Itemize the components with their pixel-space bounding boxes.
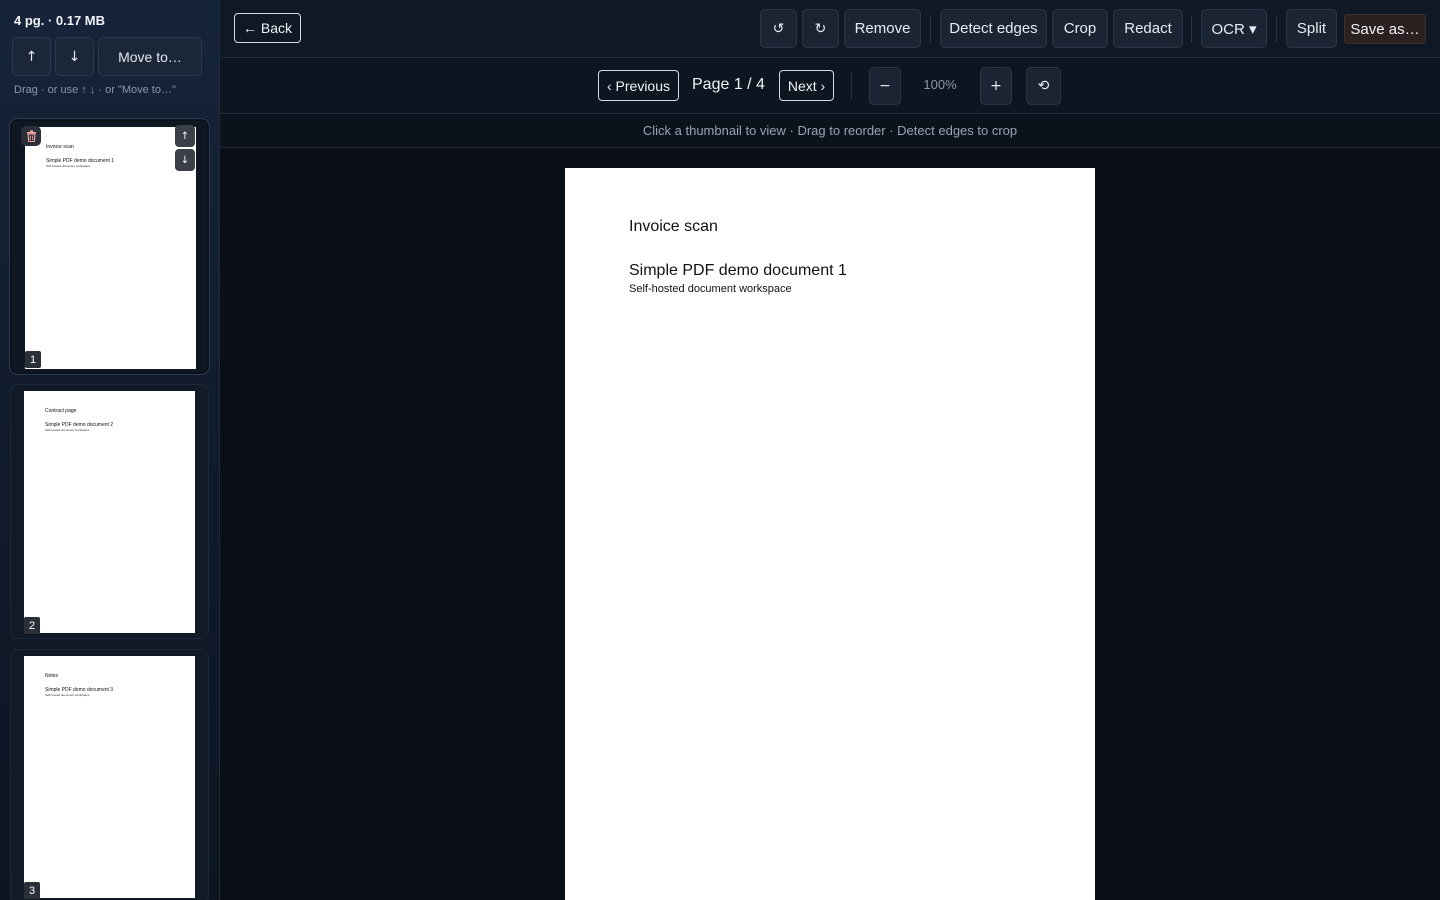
document-info: 4 pg. · 0.17 MB <box>14 13 106 28</box>
thumbnail-page-2[interactable]: Contract page Simple PDF demo document 2… <box>24 391 195 633</box>
thumbnail-title: Notes <box>45 673 59 679</box>
page-document-title: Simple PDF demo document 1 <box>629 262 847 279</box>
thumbnail-title: Contract page <box>45 408 77 414</box>
thumbnail-move-down-button[interactable]: ↓ <box>175 149 195 171</box>
thumbnail-card-1[interactable]: Invoice scan Simple PDF demo document 1 … <box>10 119 209 374</box>
trash-icon <box>26 130 36 142</box>
thumbnail-card-3[interactable]: Notes Simple PDF demo document 3 Self-ho… <box>10 649 209 900</box>
instruction-hint: Click a thumbnail to view · Drag to reor… <box>220 114 1440 148</box>
toolbar-divider <box>1191 16 1192 42</box>
reorder-controls: ↑ ↓ Move to… <box>12 37 202 76</box>
thumbnail-subtitle: Self-hosted document workspace <box>45 693 90 697</box>
document-viewer: Invoice scan Simple PDF demo document 1 … <box>220 148 1440 900</box>
toolbar-divider <box>1276 16 1277 42</box>
thumbnail-title: Invoice scan <box>46 144 74 150</box>
thumbnail-page-number: 3 <box>24 882 40 899</box>
crop-button[interactable]: Crop <box>1052 9 1108 48</box>
previous-page-button[interactable]: ‹ Previous <box>598 70 679 101</box>
rotate-right-button[interactable]: ↻ <box>802 9 839 48</box>
zoom-out-button[interactable]: − <box>869 67 901 105</box>
page-sidebar: 4 pg. · 0.17 MB ↑ ↓ Move to… Drag · or u… <box>0 0 220 900</box>
document-page[interactable]: Invoice scan Simple PDF demo document 1 … <box>565 168 1095 900</box>
split-button[interactable]: Split <box>1286 9 1337 48</box>
page-indicator: Page 1 / 4 <box>692 76 765 93</box>
remove-button[interactable]: Remove <box>844 9 921 48</box>
page-title: Invoice scan <box>629 218 718 235</box>
move-to-button[interactable]: Move to… <box>98 37 202 76</box>
zoom-level: 100% <box>923 77 957 92</box>
thumbnail-card-2[interactable]: Contract page Simple PDF demo document 2… <box>10 384 209 639</box>
ocr-dropdown-button[interactable]: OCR ▾ <box>1201 9 1267 48</box>
thumbnail-page-number: 2 <box>24 617 40 634</box>
thumbnail-subtitle: Self-hosted document workspace <box>45 428 90 432</box>
move-down-button[interactable]: ↓ <box>55 37 94 76</box>
thumbnail-subtitle: Self-hosted document workspace <box>46 164 91 168</box>
thumbnail-move-up-button[interactable]: ↑ <box>175 125 195 147</box>
detect-edges-button[interactable]: Detect edges <box>940 9 1047 48</box>
toolbar-divider <box>930 16 931 42</box>
back-button[interactable]: ← Back <box>234 13 301 43</box>
reset-zoom-button[interactable]: ⟲ <box>1026 67 1061 105</box>
move-up-button[interactable]: ↑ <box>12 37 51 76</box>
delete-page-button[interactable] <box>21 126 41 146</box>
zoom-in-button[interactable]: + <box>980 67 1012 105</box>
nav-divider <box>851 73 852 99</box>
page-subtitle: Self-hosted document workspace <box>629 283 792 295</box>
reorder-hint: Drag · or use ↑ ↓ · or "Move to…" <box>14 84 176 96</box>
rotate-left-button[interactable]: ↺ <box>760 9 797 48</box>
redact-button[interactable]: Redact <box>1113 9 1183 48</box>
next-page-button[interactable]: Next › <box>779 70 834 101</box>
main-toolbar: ← Back ↺ ↻ Remove Detect edges Crop Reda… <box>220 0 1440 58</box>
page-navigation-bar: ‹ Previous Page 1 / 4 Next › − 100% + ⟲ <box>220 58 1440 114</box>
thumbnail-page-number: 1 <box>25 351 41 368</box>
save-as-button[interactable]: Save as… <box>1344 14 1426 44</box>
thumbnail-page-3[interactable]: Notes Simple PDF demo document 3 Self-ho… <box>24 656 195 898</box>
thumbnail-page-1[interactable]: Invoice scan Simple PDF demo document 1 … <box>25 127 196 369</box>
